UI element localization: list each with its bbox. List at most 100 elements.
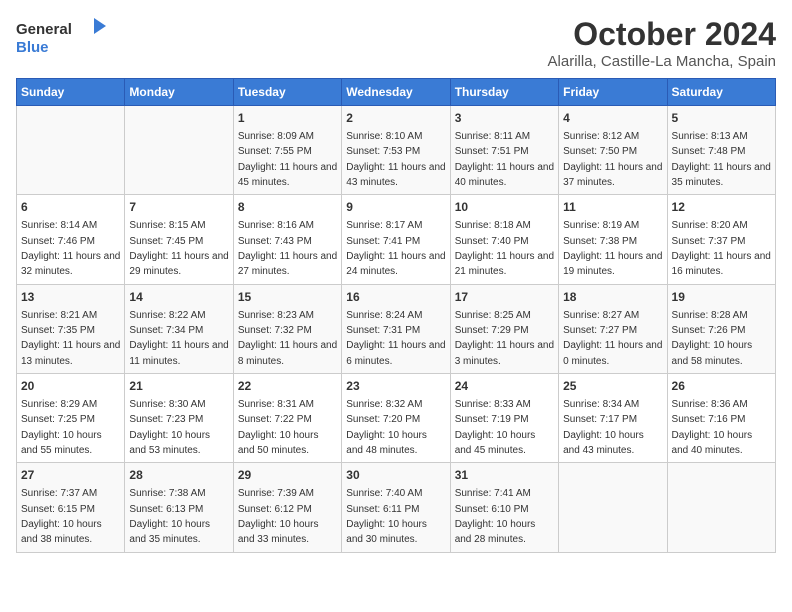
day-number: 25 — [563, 378, 662, 395]
day-number: 21 — [129, 378, 228, 395]
day-number: 7 — [129, 199, 228, 216]
week-row-5: 27 Sunrise: 7:37 AMSunset: 6:15 PMDaylig… — [17, 463, 776, 552]
sunrise-info: Sunrise: 8:34 AMSunset: 7:17 PMDaylight:… — [563, 399, 644, 456]
main-title: October 2024 — [548, 16, 776, 53]
weekday-header-sunday: Sunday — [17, 79, 125, 106]
calendar-cell: 10 Sunrise: 8:18 AMSunset: 7:40 PMDaylig… — [450, 195, 558, 284]
week-row-3: 13 Sunrise: 8:21 AMSunset: 7:35 PMDaylig… — [17, 284, 776, 373]
calendar-cell — [125, 106, 233, 195]
calendar-cell: 23 Sunrise: 8:32 AMSunset: 7:20 PMDaylig… — [342, 374, 450, 463]
day-number: 15 — [238, 289, 337, 306]
calendar-cell: 11 Sunrise: 8:19 AMSunset: 7:38 PMDaylig… — [559, 195, 667, 284]
calendar-cell: 26 Sunrise: 8:36 AMSunset: 7:16 PMDaylig… — [667, 374, 775, 463]
day-number: 5 — [672, 110, 771, 127]
day-number: 18 — [563, 289, 662, 306]
sunrise-info: Sunrise: 8:28 AMSunset: 7:26 PMDaylight:… — [672, 310, 753, 367]
sunrise-info: Sunrise: 8:18 AMSunset: 7:40 PMDaylight:… — [455, 220, 554, 277]
day-number: 22 — [238, 378, 337, 395]
calendar-table: SundayMondayTuesdayWednesdayThursdayFrid… — [16, 78, 776, 553]
day-number: 8 — [238, 199, 337, 216]
calendar-cell: 3 Sunrise: 8:11 AMSunset: 7:51 PMDayligh… — [450, 106, 558, 195]
calendar-cell: 25 Sunrise: 8:34 AMSunset: 7:17 PMDaylig… — [559, 374, 667, 463]
weekday-header-monday: Monday — [125, 79, 233, 106]
weekday-header-friday: Friday — [559, 79, 667, 106]
calendar-cell: 24 Sunrise: 8:33 AMSunset: 7:19 PMDaylig… — [450, 374, 558, 463]
calendar-cell: 9 Sunrise: 8:17 AMSunset: 7:41 PMDayligh… — [342, 195, 450, 284]
calendar-cell: 6 Sunrise: 8:14 AMSunset: 7:46 PMDayligh… — [17, 195, 125, 284]
day-number: 6 — [21, 199, 120, 216]
sunrise-info: Sunrise: 8:23 AMSunset: 7:32 PMDaylight:… — [238, 310, 337, 367]
sunrise-info: Sunrise: 8:33 AMSunset: 7:19 PMDaylight:… — [455, 399, 536, 456]
day-number: 29 — [238, 467, 337, 484]
sunrise-info: Sunrise: 8:15 AMSunset: 7:45 PMDaylight:… — [129, 220, 228, 277]
sunrise-info: Sunrise: 7:41 AMSunset: 6:10 PMDaylight:… — [455, 488, 536, 545]
calendar-cell: 30 Sunrise: 7:40 AMSunset: 6:11 PMDaylig… — [342, 463, 450, 552]
weekday-header-row: SundayMondayTuesdayWednesdayThursdayFrid… — [17, 79, 776, 106]
sunrise-info: Sunrise: 7:40 AMSunset: 6:11 PMDaylight:… — [346, 488, 427, 545]
calendar-cell: 16 Sunrise: 8:24 AMSunset: 7:31 PMDaylig… — [342, 284, 450, 373]
calendar-cell: 15 Sunrise: 8:23 AMSunset: 7:32 PMDaylig… — [233, 284, 341, 373]
sunrise-info: Sunrise: 8:36 AMSunset: 7:16 PMDaylight:… — [672, 399, 753, 456]
calendar-cell: 21 Sunrise: 8:30 AMSunset: 7:23 PMDaylig… — [125, 374, 233, 463]
calendar-cell: 8 Sunrise: 8:16 AMSunset: 7:43 PMDayligh… — [233, 195, 341, 284]
day-number: 27 — [21, 467, 120, 484]
calendar-cell — [17, 106, 125, 195]
sunrise-info: Sunrise: 7:39 AMSunset: 6:12 PMDaylight:… — [238, 488, 319, 545]
day-number: 2 — [346, 110, 445, 127]
logo-svg: General Blue — [16, 16, 106, 56]
calendar-cell — [667, 463, 775, 552]
calendar-cell: 17 Sunrise: 8:25 AMSunset: 7:29 PMDaylig… — [450, 284, 558, 373]
day-number: 13 — [21, 289, 120, 306]
week-row-4: 20 Sunrise: 8:29 AMSunset: 7:25 PMDaylig… — [17, 374, 776, 463]
day-number: 16 — [346, 289, 445, 306]
weekday-header-wednesday: Wednesday — [342, 79, 450, 106]
calendar-cell: 22 Sunrise: 8:31 AMSunset: 7:22 PMDaylig… — [233, 374, 341, 463]
weekday-header-thursday: Thursday — [450, 79, 558, 106]
day-number: 1 — [238, 110, 337, 127]
sunrise-info: Sunrise: 8:25 AMSunset: 7:29 PMDaylight:… — [455, 310, 554, 367]
calendar-cell: 27 Sunrise: 7:37 AMSunset: 6:15 PMDaylig… — [17, 463, 125, 552]
calendar-cell: 4 Sunrise: 8:12 AMSunset: 7:50 PMDayligh… — [559, 106, 667, 195]
calendar-cell: 28 Sunrise: 7:38 AMSunset: 6:13 PMDaylig… — [125, 463, 233, 552]
calendar-cell: 18 Sunrise: 8:27 AMSunset: 7:27 PMDaylig… — [559, 284, 667, 373]
sunrise-info: Sunrise: 8:31 AMSunset: 7:22 PMDaylight:… — [238, 399, 319, 456]
day-number: 24 — [455, 378, 554, 395]
day-number: 12 — [672, 199, 771, 216]
sunrise-info: Sunrise: 8:19 AMSunset: 7:38 PMDaylight:… — [563, 220, 662, 277]
sunrise-info: Sunrise: 8:20 AMSunset: 7:37 PMDaylight:… — [672, 220, 771, 277]
day-number: 4 — [563, 110, 662, 127]
day-number: 30 — [346, 467, 445, 484]
sunrise-info: Sunrise: 8:11 AMSunset: 7:51 PMDaylight:… — [455, 131, 554, 188]
sunrise-info: Sunrise: 7:38 AMSunset: 6:13 PMDaylight:… — [129, 488, 210, 545]
header: General Blue October 2024 Alarilla, Cast… — [16, 16, 776, 70]
day-number: 17 — [455, 289, 554, 306]
sunrise-info: Sunrise: 8:30 AMSunset: 7:23 PMDaylight:… — [129, 399, 210, 456]
subtitle: Alarilla, Castille-La Mancha, Spain — [548, 53, 776, 70]
calendar-cell: 1 Sunrise: 8:09 AMSunset: 7:55 PMDayligh… — [233, 106, 341, 195]
day-number: 20 — [21, 378, 120, 395]
day-number: 26 — [672, 378, 771, 395]
sunrise-info: Sunrise: 8:14 AMSunset: 7:46 PMDaylight:… — [21, 220, 120, 277]
sunrise-info: Sunrise: 8:16 AMSunset: 7:43 PMDaylight:… — [238, 220, 337, 277]
week-row-1: 1 Sunrise: 8:09 AMSunset: 7:55 PMDayligh… — [17, 106, 776, 195]
sunrise-info: Sunrise: 8:24 AMSunset: 7:31 PMDaylight:… — [346, 310, 445, 367]
title-area: October 2024 Alarilla, Castille-La Manch… — [548, 16, 776, 70]
day-number: 28 — [129, 467, 228, 484]
sunrise-info: Sunrise: 8:09 AMSunset: 7:55 PMDaylight:… — [238, 131, 337, 188]
day-number: 23 — [346, 378, 445, 395]
calendar-cell: 20 Sunrise: 8:29 AMSunset: 7:25 PMDaylig… — [17, 374, 125, 463]
calendar-cell: 5 Sunrise: 8:13 AMSunset: 7:48 PMDayligh… — [667, 106, 775, 195]
day-number: 9 — [346, 199, 445, 216]
calendar-cell: 7 Sunrise: 8:15 AMSunset: 7:45 PMDayligh… — [125, 195, 233, 284]
day-number: 10 — [455, 199, 554, 216]
sunrise-info: Sunrise: 8:27 AMSunset: 7:27 PMDaylight:… — [563, 310, 662, 367]
calendar-cell: 19 Sunrise: 8:28 AMSunset: 7:26 PMDaylig… — [667, 284, 775, 373]
svg-text:General: General — [16, 21, 72, 38]
sunrise-info: Sunrise: 8:17 AMSunset: 7:41 PMDaylight:… — [346, 220, 445, 277]
calendar-cell: 2 Sunrise: 8:10 AMSunset: 7:53 PMDayligh… — [342, 106, 450, 195]
sunrise-info: Sunrise: 8:32 AMSunset: 7:20 PMDaylight:… — [346, 399, 427, 456]
calendar-cell — [559, 463, 667, 552]
sunrise-info: Sunrise: 7:37 AMSunset: 6:15 PMDaylight:… — [21, 488, 102, 545]
calendar-cell: 14 Sunrise: 8:22 AMSunset: 7:34 PMDaylig… — [125, 284, 233, 373]
svg-text:Blue: Blue — [16, 39, 49, 56]
